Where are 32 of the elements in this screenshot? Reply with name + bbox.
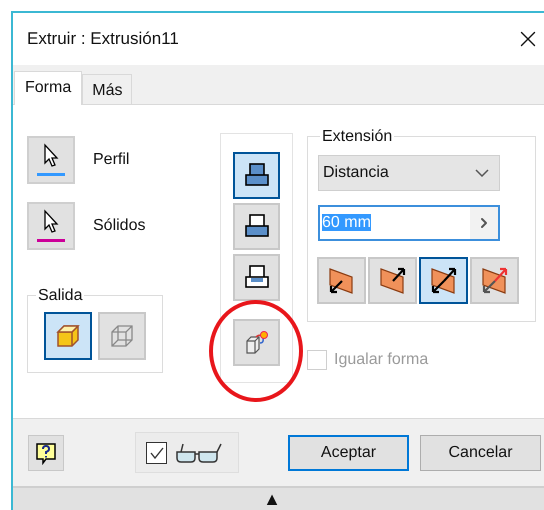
pointer-icon bbox=[35, 142, 67, 177]
checkbox[interactable] bbox=[146, 442, 167, 464]
cube-icon bbox=[55, 322, 81, 349]
select-button[interactable] bbox=[27, 136, 75, 184]
dialog-button[interactable]: Aceptar bbox=[288, 434, 409, 471]
preview-toggle[interactable] bbox=[135, 432, 239, 474]
tab[interactable]: Forma bbox=[14, 70, 82, 105]
extent-dropdown[interactable]: Distancia bbox=[318, 154, 500, 191]
new-solid-icon bbox=[244, 329, 270, 356]
group-label: Extensión bbox=[321, 126, 394, 147]
help-icon bbox=[34, 440, 58, 465]
extrude-icon bbox=[244, 162, 270, 188]
pointer-icon bbox=[35, 208, 67, 243]
dialog-button[interactable]: Cancelar bbox=[420, 434, 541, 471]
tab[interactable]: Más bbox=[82, 74, 132, 104]
checkbox-label: Igualar forma bbox=[334, 350, 428, 370]
wireframe-cube-icon bbox=[109, 322, 135, 349]
selector-label: Sólidos bbox=[93, 216, 146, 236]
expand-toggle[interactable]: ▲ bbox=[263, 488, 281, 510]
select-button[interactable] bbox=[27, 202, 75, 250]
window-title: Extruir : Extrusión11 bbox=[27, 28, 179, 50]
group-label: Salida bbox=[37, 286, 84, 306]
chevron-down-icon bbox=[475, 168, 489, 177]
expand-icon[interactable] bbox=[470, 206, 498, 239]
output-option[interactable] bbox=[44, 312, 92, 360]
glasses-icon bbox=[175, 442, 223, 464]
extrude-icon bbox=[244, 264, 270, 290]
help-button[interactable] bbox=[28, 434, 64, 471]
operation-button[interactable] bbox=[233, 152, 280, 199]
extrude-icon bbox=[244, 213, 270, 240]
selector-label: Perfil bbox=[93, 150, 130, 170]
direction-button[interactable] bbox=[419, 256, 468, 304]
